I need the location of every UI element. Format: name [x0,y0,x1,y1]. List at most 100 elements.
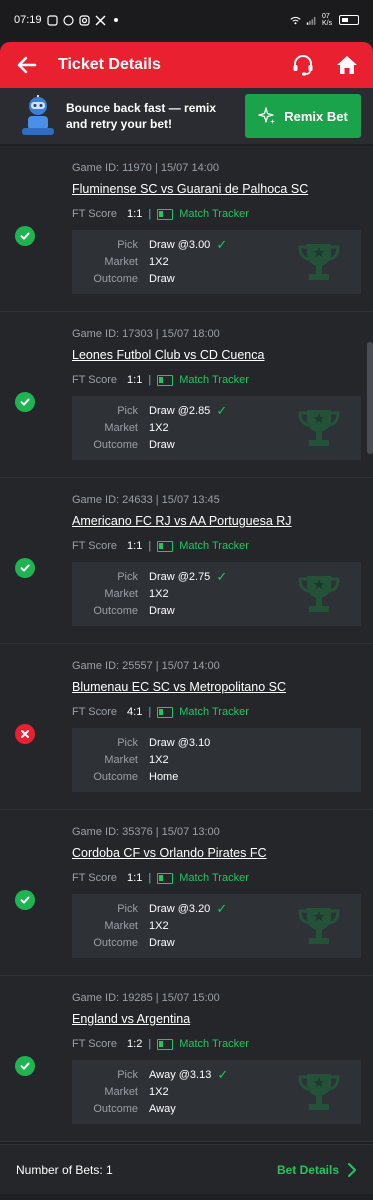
bet-count: Number of Bets: 1 [16,1162,113,1177]
match-tracker-button[interactable]: Match Tracker [157,872,249,884]
separator: | [148,374,152,386]
lost-status-icon [15,724,35,744]
trophy-icon [298,1074,340,1110]
notification-icon [46,14,58,26]
match-tracker-label: Match Tracker [179,706,249,718]
trophy-icon [298,908,340,944]
pick-check-icon: ✓ [216,236,228,252]
footer-bar: Number of Bets: 1 Bet Details [0,1144,373,1194]
scrollbar[interactable] [367,342,373,454]
pick-label: Pick [117,238,138,251]
match-link[interactable]: Cordoba CF vs Orlando Pirates FC [72,846,267,860]
outcome-value: Home [149,770,179,783]
market-value: 1X2 [149,421,169,434]
match-link[interactable]: England vs Argentina [72,1012,190,1026]
status-time: 07:19 [14,14,42,26]
pick-label: Pick [117,570,138,583]
trophy-icon [298,576,340,612]
won-status-icon [15,558,35,578]
promo-text: Bounce back fast — remix and retry your … [66,101,217,131]
pick-label: Pick [117,736,138,749]
separator: | [148,540,152,552]
ft-score-value: 4:1 [127,706,143,718]
match-tracker-button[interactable]: Match Tracker [157,1038,249,1050]
bet-details-label: Bet Details [276,1162,339,1177]
won-status-icon [15,1056,35,1076]
pick-label: Pick [117,404,138,417]
pick-check-icon: ✓ [216,402,228,418]
status-bar: 07:19 07 K/s [0,0,373,40]
arrow-left-icon [17,56,37,74]
dot-icon [111,15,122,26]
wifi-icon [290,15,301,26]
pick-label: Pick [117,1068,138,1081]
market-value: 1X2 [149,1085,169,1098]
match-link[interactable]: Fluminense SC vs Guarani de Palhoca SC [72,182,308,196]
match-tracker-button[interactable]: Match Tracker [157,540,249,552]
home-icon [337,56,357,74]
ft-score-label: FT Score [72,1038,118,1050]
won-status-icon [15,226,35,246]
market-label: Market [104,587,138,600]
ft-score-row: FT Score 1:2 | Match Tracker [72,1038,249,1050]
whatsapp-icon [62,14,74,26]
robot-mascot-icon [22,95,54,135]
bet-detail-card: Pick Draw @3.00 ✓ Market 1X2 Outcome Draw [72,230,361,294]
ft-score-label: FT Score [72,208,118,220]
game-id: Game ID: 35376 | 15/07 13:00 [72,826,220,838]
ft-score-value: 1:1 [127,374,143,386]
bet-details-button[interactable]: Bet Details [276,1162,357,1177]
tracker-icon [157,1038,174,1050]
bet-item: Game ID: 25557 | 15/07 14:00 Blumenau EC… [0,644,373,810]
tracker-icon [157,208,174,220]
match-tracker-button[interactable]: Match Tracker [157,374,249,386]
pick-value: Away @3.13 [149,1068,212,1081]
outcome-label: Outcome [93,272,138,285]
separator: | [148,872,152,884]
market-label: Market [104,1085,138,1098]
ft-score-label: FT Score [72,706,118,718]
game-id: Game ID: 25557 | 15/07 14:00 [72,660,220,672]
match-link[interactable]: Blumenau EC SC vs Metropolitano SC [72,680,286,694]
header-bar: Ticket Details [0,42,373,88]
pick-label: Pick [117,902,138,915]
match-link[interactable]: Leones Futbol Club vs CD Cuenca [72,348,264,362]
separator: | [148,1038,152,1050]
pick-check-icon: ✓ [216,568,228,584]
game-id: Game ID: 24633 | 15/07 13:45 [72,494,220,506]
bet-item: Game ID: 24633 | 15/07 13:45 Americano F… [0,478,373,644]
match-tracker-label: Match Tracker [179,872,249,884]
home-button[interactable] [333,51,361,79]
match-tracker-button[interactable]: Match Tracker [157,706,249,718]
sparkle-icon [258,107,276,124]
battery-icon [339,15,359,25]
match-link[interactable]: Americano FC RJ vs AA Portuguesa RJ [72,514,292,528]
match-tracker-label: Match Tracker [179,1038,249,1050]
market-label: Market [104,753,138,766]
remix-bet-label: Remix Bet [284,108,348,124]
ft-score-label: FT Score [72,374,118,386]
x-icon [95,14,106,26]
won-status-icon [15,392,35,412]
ft-score-label: FT Score [72,872,118,884]
bet-item: Game ID: 17303 | 15/07 18:00 Leones Futb… [0,312,373,478]
tracker-icon [157,706,174,718]
instagram-icon [78,14,90,26]
outcome-value: Away [149,1102,176,1115]
market-label: Market [104,255,138,268]
remix-bet-button[interactable]: Remix Bet [245,94,361,138]
back-button[interactable] [12,50,42,80]
outcome-label: Outcome [93,770,138,783]
market-value: 1X2 [149,919,169,932]
outcome-value: Draw [149,936,175,949]
ft-score-row: FT Score 1:1 | Match Tracker [72,374,249,386]
bet-detail-card: Pick Draw @3.20 ✓ Market 1X2 Outcome Draw [72,894,361,958]
separator: | [148,706,152,718]
outcome-value: Draw [149,604,175,617]
support-button[interactable] [289,51,317,79]
pick-value: Draw @3.10 [149,736,211,749]
pick-check-icon: ✓ [216,900,228,916]
pick-check-icon: ✓ [217,1066,229,1082]
ft-score-value: 1:1 [127,872,143,884]
match-tracker-button[interactable]: Match Tracker [157,208,249,220]
